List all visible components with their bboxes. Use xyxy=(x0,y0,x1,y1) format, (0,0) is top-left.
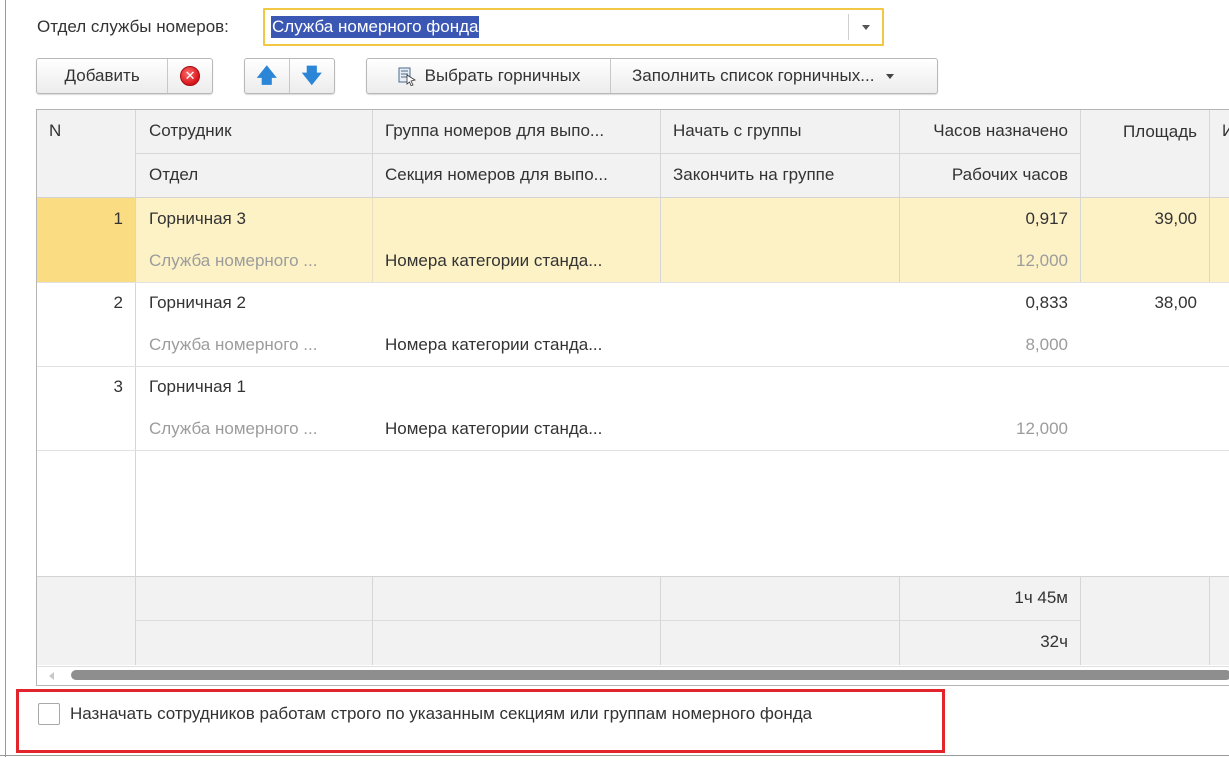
department-value[interactable]: Служба номерного фонда xyxy=(271,16,480,38)
hours-assigned-total: 1ч 45м xyxy=(1014,588,1068,607)
dropdown-button[interactable] xyxy=(849,10,882,44)
col-divider xyxy=(135,110,136,665)
room-section-cell[interactable]: Номера категории станда... xyxy=(373,408,660,450)
arrow-up-icon: 🡅 xyxy=(256,65,278,87)
delete-icon: ✕ xyxy=(180,66,201,86)
select-maids-button[interactable]: Выбрать горничных xyxy=(367,59,611,93)
room-group-cell[interactable] xyxy=(373,198,660,240)
employee-cell[interactable]: Горничная 2 xyxy=(137,282,372,324)
move-group: 🡅 🡇 xyxy=(244,58,335,94)
header-work-hours[interactable]: Рабочих часов xyxy=(900,154,1080,196)
add-delete-group: Добавить ✕ xyxy=(36,58,213,94)
department-cell[interactable]: Служба номерного ... xyxy=(137,324,347,366)
header-area[interactable]: Площадь xyxy=(1081,110,1209,152)
add-button-label: Добавить xyxy=(64,66,140,85)
room-group-cell[interactable] xyxy=(373,366,660,408)
work-hours-cell[interactable]: 12,000 xyxy=(900,240,1080,282)
work-hours-cell[interactable]: 8,000 xyxy=(900,324,1080,366)
select-maids-label: Выбрать горничных xyxy=(424,66,581,85)
end-group-cell[interactable] xyxy=(661,324,899,366)
chevron-down-icon xyxy=(861,24,870,30)
area-cell[interactable] xyxy=(1081,366,1209,408)
header-number[interactable]: N xyxy=(37,110,135,152)
hours-assigned-cell[interactable]: 0,833 xyxy=(900,282,1080,324)
end-group-cell[interactable] xyxy=(661,408,899,450)
col-divider xyxy=(1209,576,1210,665)
window-bottom-border xyxy=(0,755,1229,756)
scroll-left-icon[interactable] xyxy=(49,672,54,680)
header-room-group[interactable]: Группа номеров для выпо... xyxy=(373,110,660,152)
scrollbar-thumb[interactable] xyxy=(71,670,1229,680)
employee-cell[interactable]: Горничная 1 xyxy=(137,366,372,408)
fill-list-label: Заполнить список горничных... xyxy=(632,66,875,85)
work-hours-cell[interactable]: 12,000 xyxy=(900,408,1080,450)
hours-assigned-cell[interactable]: 0,917 xyxy=(900,198,1080,240)
start-group-cell[interactable] xyxy=(661,366,899,408)
header-end-group[interactable]: Закончить на группе xyxy=(661,154,899,196)
row-number: 1 xyxy=(113,209,123,228)
header-room-section[interactable]: Секция номеров для выпо... xyxy=(373,154,660,196)
fill-list-button[interactable]: Заполнить список горничных... xyxy=(611,59,937,93)
area-cell[interactable]: 39,00 xyxy=(1081,198,1209,240)
arrow-down-icon: 🡇 xyxy=(301,65,323,87)
department-cell[interactable]: Служба номерного ... xyxy=(137,408,347,450)
select-list-icon xyxy=(398,67,416,86)
work-hours-total: 32ч xyxy=(1040,632,1068,651)
room-section-cell[interactable]: Номера категории станда... xyxy=(373,240,660,282)
chevron-down-icon xyxy=(886,73,895,79)
employee-cell[interactable]: Горничная 3 xyxy=(137,198,372,240)
strict-assignment-checkbox[interactable] xyxy=(38,703,60,725)
add-button[interactable]: Добавить xyxy=(37,59,169,93)
end-group-cell[interactable] xyxy=(661,240,899,282)
move-up-button[interactable]: 🡅 xyxy=(245,59,290,93)
row-number: 3 xyxy=(113,377,123,396)
header-department[interactable]: Отдел xyxy=(137,154,372,196)
header-start-group[interactable]: Начать с группы xyxy=(661,110,899,152)
row-number: 2 xyxy=(113,293,123,312)
maids-table[interactable]: N Сотрудник Группа номеров для выпо... Н… xyxy=(36,109,1229,686)
delete-button[interactable]: ✕ xyxy=(168,59,212,93)
col-divider xyxy=(1080,576,1081,665)
header-employee[interactable]: Сотрудник xyxy=(137,110,372,152)
strict-assignment-label[interactable]: Назначать сотрудников работам строго по … xyxy=(70,702,812,726)
move-down-button[interactable]: 🡇 xyxy=(290,59,335,93)
fill-group: Выбрать горничных Заполнить список горни… xyxy=(366,58,938,94)
department-cell[interactable]: Служба номерного ... xyxy=(137,240,347,282)
department-label: Отдел службы номеров: xyxy=(37,17,229,36)
area-cell[interactable]: 38,00 xyxy=(1081,282,1209,324)
room-group-cell[interactable] xyxy=(373,282,660,324)
room-section-cell[interactable]: Номера категории станда... xyxy=(373,324,660,366)
hours-assigned-cell[interactable] xyxy=(900,366,1080,408)
row-divider xyxy=(37,450,1229,451)
header-hours-assigned[interactable]: Часов назначено xyxy=(900,110,1080,152)
department-select[interactable]: Служба номерного фонда xyxy=(263,8,884,46)
header-next-column[interactable]: И xyxy=(1210,110,1229,152)
start-group-cell[interactable] xyxy=(661,282,899,324)
start-group-cell[interactable] xyxy=(661,198,899,240)
window-left-border xyxy=(5,0,6,757)
